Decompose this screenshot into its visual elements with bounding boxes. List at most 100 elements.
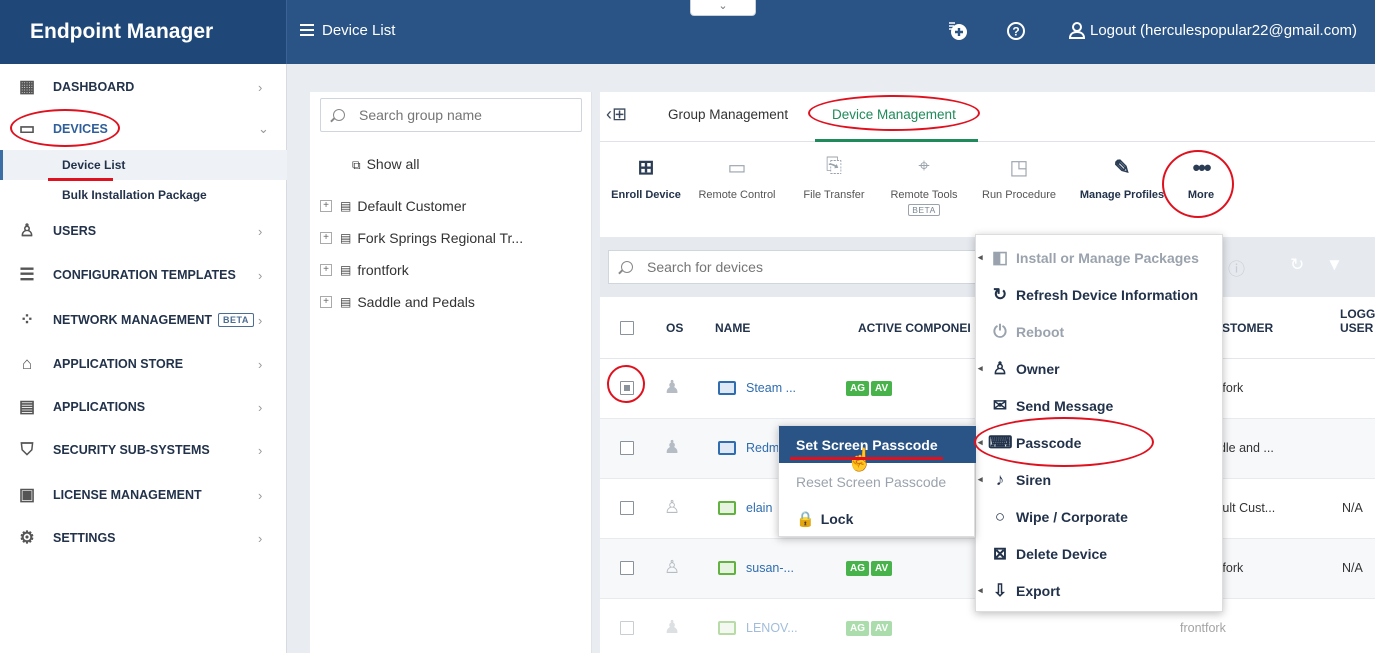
menu-item-label: Delete Device (1016, 545, 1108, 562)
column-os[interactable]: OS (666, 321, 683, 335)
group-tree-item[interactable]: + ▤ Default Customer (320, 195, 466, 217)
group-search-input[interactable] (359, 107, 559, 123)
menu-item-label: Send Message (1016, 397, 1114, 414)
tool-label: Enroll Device (611, 189, 681, 201)
more-dots-icon: ••• (1192, 155, 1211, 180)
submenu-caret-icon: ◂ (978, 474, 983, 484)
menu-item-export[interactable]: ◂ ⇩ Export (976, 572, 1224, 609)
logged-user-cell: N/A (1342, 561, 1363, 575)
menu-item-owner[interactable]: ◂ ♙ Owner (976, 350, 1224, 387)
brand-title[interactable]: Endpoint Manager (0, 0, 287, 64)
lock-item[interactable]: 🔒 Lock (779, 500, 976, 537)
device-name: LENOV... (746, 621, 798, 635)
filter-icon[interactable]: ▼ (1326, 255, 1343, 275)
submenu-caret-icon: ◂ (978, 252, 983, 262)
sidebar-item-security-sub-systems[interactable]: ⛉ SECURITY SUB-SYSTEMS › (0, 429, 287, 471)
row-checkbox[interactable] (620, 621, 634, 635)
expand-icon[interactable]: + (320, 296, 332, 308)
column-customer[interactable]: STOMER (1222, 321, 1273, 335)
group-search[interactable] (320, 98, 582, 132)
tab-device-management[interactable]: Device Management (832, 107, 956, 122)
refresh-icon[interactable]: ↻ (1290, 255, 1304, 275)
menu-item-delete-device[interactable]: ⊠ Delete Device (976, 535, 1224, 572)
expand-icon[interactable]: + (320, 200, 332, 212)
expand-icon[interactable]: + (320, 264, 332, 276)
shield-icon: ⛉ (20, 440, 34, 459)
manage-profiles-button[interactable]: ✎ Manage Profiles (1074, 143, 1170, 237)
help-icon[interactable]: ? (1005, 20, 1027, 42)
reset-screen-passcode-item[interactable]: Reset Screen Passcode (779, 463, 976, 500)
remote-tools-button[interactable]: ⌖ Remote Tools BETA (884, 143, 964, 237)
device-name-link[interactable]: Steam ... (718, 381, 796, 395)
column-logged-user[interactable]: LOGGEDUSER (1340, 307, 1375, 335)
set-screen-passcode-item[interactable]: Set Screen Passcode (779, 426, 976, 463)
menu-item-send-message[interactable]: ✉ Send Message (976, 387, 1224, 424)
menu-item-refresh-device-info[interactable]: ↻ Refresh Device Information (976, 276, 1224, 313)
device-search-input[interactable] (647, 259, 947, 275)
logged-user-cell: N/A (1342, 501, 1363, 515)
customer-cell: frontfork (1180, 621, 1226, 635)
lock-icon: 🔒 (796, 510, 815, 528)
sidebar-subitem-bulk-installation[interactable]: Bulk Installation Package (0, 180, 287, 210)
android-icon: ♟ (664, 377, 681, 397)
group-tree-item[interactable]: + ▤ Saddle and Pedals (320, 291, 475, 313)
row-checkbox[interactable] (620, 561, 634, 575)
info-icon[interactable]: ⓘ (1228, 255, 1245, 280)
device-name-link[interactable]: LENOV... (718, 621, 798, 635)
device-name: Redm (746, 441, 780, 455)
select-all-checkbox[interactable] (620, 321, 634, 335)
device-name-link[interactable]: Redm (718, 441, 779, 455)
row-checkbox[interactable] (620, 441, 634, 455)
add-notification-icon[interactable] (947, 20, 969, 42)
devices-icon: ▭ (18, 119, 36, 138)
row-checkbox[interactable] (620, 501, 634, 515)
sidebar-item-label: NETWORK MANAGEMENT (53, 313, 213, 327)
more-button[interactable]: ••• More (1176, 143, 1226, 237)
delete-device-icon: ⊠ (992, 543, 1008, 563)
chevron-right-icon: › (258, 267, 263, 283)
menu-item-reboot[interactable]: ⏻ Reboot (976, 313, 1224, 350)
menu-item-label: Install or Manage Packages (1016, 249, 1199, 266)
sidebar-item-configuration-templates[interactable]: ☰ CONFIGURATION TEMPLATES › (0, 254, 287, 296)
menu-item-wipe-corporate[interactable]: ○ Wipe / Corporate (976, 498, 1224, 535)
collapse-tree-icon[interactable]: ‹⊞ (606, 104, 627, 125)
group-tree-item[interactable]: + ▤ Fork Springs Regional Tr... (320, 227, 523, 249)
enroll-device-button[interactable]: ⊞ Enroll Device (608, 143, 684, 237)
chevron-right-icon: › (258, 399, 263, 415)
row-checkbox[interactable] (620, 381, 634, 395)
run-procedure-button[interactable]: ◳ Run Procedure (974, 143, 1064, 237)
sidebar-item-label: DEVICES (53, 122, 108, 136)
group-tree-item[interactable]: + ▤ frontfork (320, 259, 409, 281)
linux-icon: ♙ (664, 497, 681, 517)
component-badge: AG (846, 381, 869, 396)
hamburger-menu-icon[interactable] (300, 24, 314, 36)
sidebar-item-dashboard[interactable]: ▦ DASHBOARD › (0, 66, 287, 108)
device-name-link[interactable]: susan-... (718, 561, 794, 575)
device-toolbar: ⊞ Enroll Device ▭ Remote Control ⎘ File … (600, 143, 1375, 237)
sidebar-item-applications[interactable]: ▤ APPLICATIONS › (0, 386, 287, 428)
file-transfer-button[interactable]: ⎘ File Transfer (794, 143, 874, 237)
tab-group-management[interactable]: Group Management (668, 107, 788, 122)
collapse-header-tab[interactable]: ⌄ (690, 0, 756, 16)
remote-control-button[interactable]: ▭ Remote Control (692, 143, 782, 237)
menu-item-install-packages[interactable]: ◂ ◧ Install or Manage Packages (976, 239, 1224, 276)
owner-icon: ♙ (992, 358, 1008, 378)
group-label: frontfork (357, 262, 409, 278)
device-name-link[interactable]: elain (718, 501, 772, 515)
sidebar-item-users[interactable]: ♙ USERS › (0, 210, 287, 252)
expand-icon[interactable]: + (320, 232, 332, 244)
column-name[interactable]: NAME (715, 321, 750, 335)
sidebar-subitem-device-list[interactable]: Device List (0, 150, 287, 180)
sidebar-item-settings[interactable]: ⚙ SETTINGS › (0, 517, 287, 559)
sidebar-item-network-management[interactable]: ⁘ NETWORK MANAGEMENT BETA › (0, 299, 287, 341)
menu-item-siren[interactable]: ◂ ♪ Siren (976, 461, 1224, 498)
menu-item-label: Refresh Device Information (1016, 286, 1199, 303)
column-active-components[interactable]: ACTIVE COMPONEI (858, 321, 971, 335)
logout-link[interactable]: Logout (herculespopular22@gmail.com) (1068, 21, 1357, 39)
group-label: Default Customer (357, 198, 467, 214)
sidebar-item-application-store[interactable]: ⌂ APPLICATION STORE › (0, 343, 287, 385)
show-all-link[interactable]: ⧉ Show all (352, 156, 420, 173)
menu-item-passcode[interactable]: ◂ ⌨ Passcode (976, 424, 1224, 461)
sidebar-item-devices[interactable]: ▭ DEVICES ⌄ (0, 108, 287, 150)
sidebar-item-license-management[interactable]: ▣ LICENSE MANAGEMENT › (0, 474, 287, 516)
